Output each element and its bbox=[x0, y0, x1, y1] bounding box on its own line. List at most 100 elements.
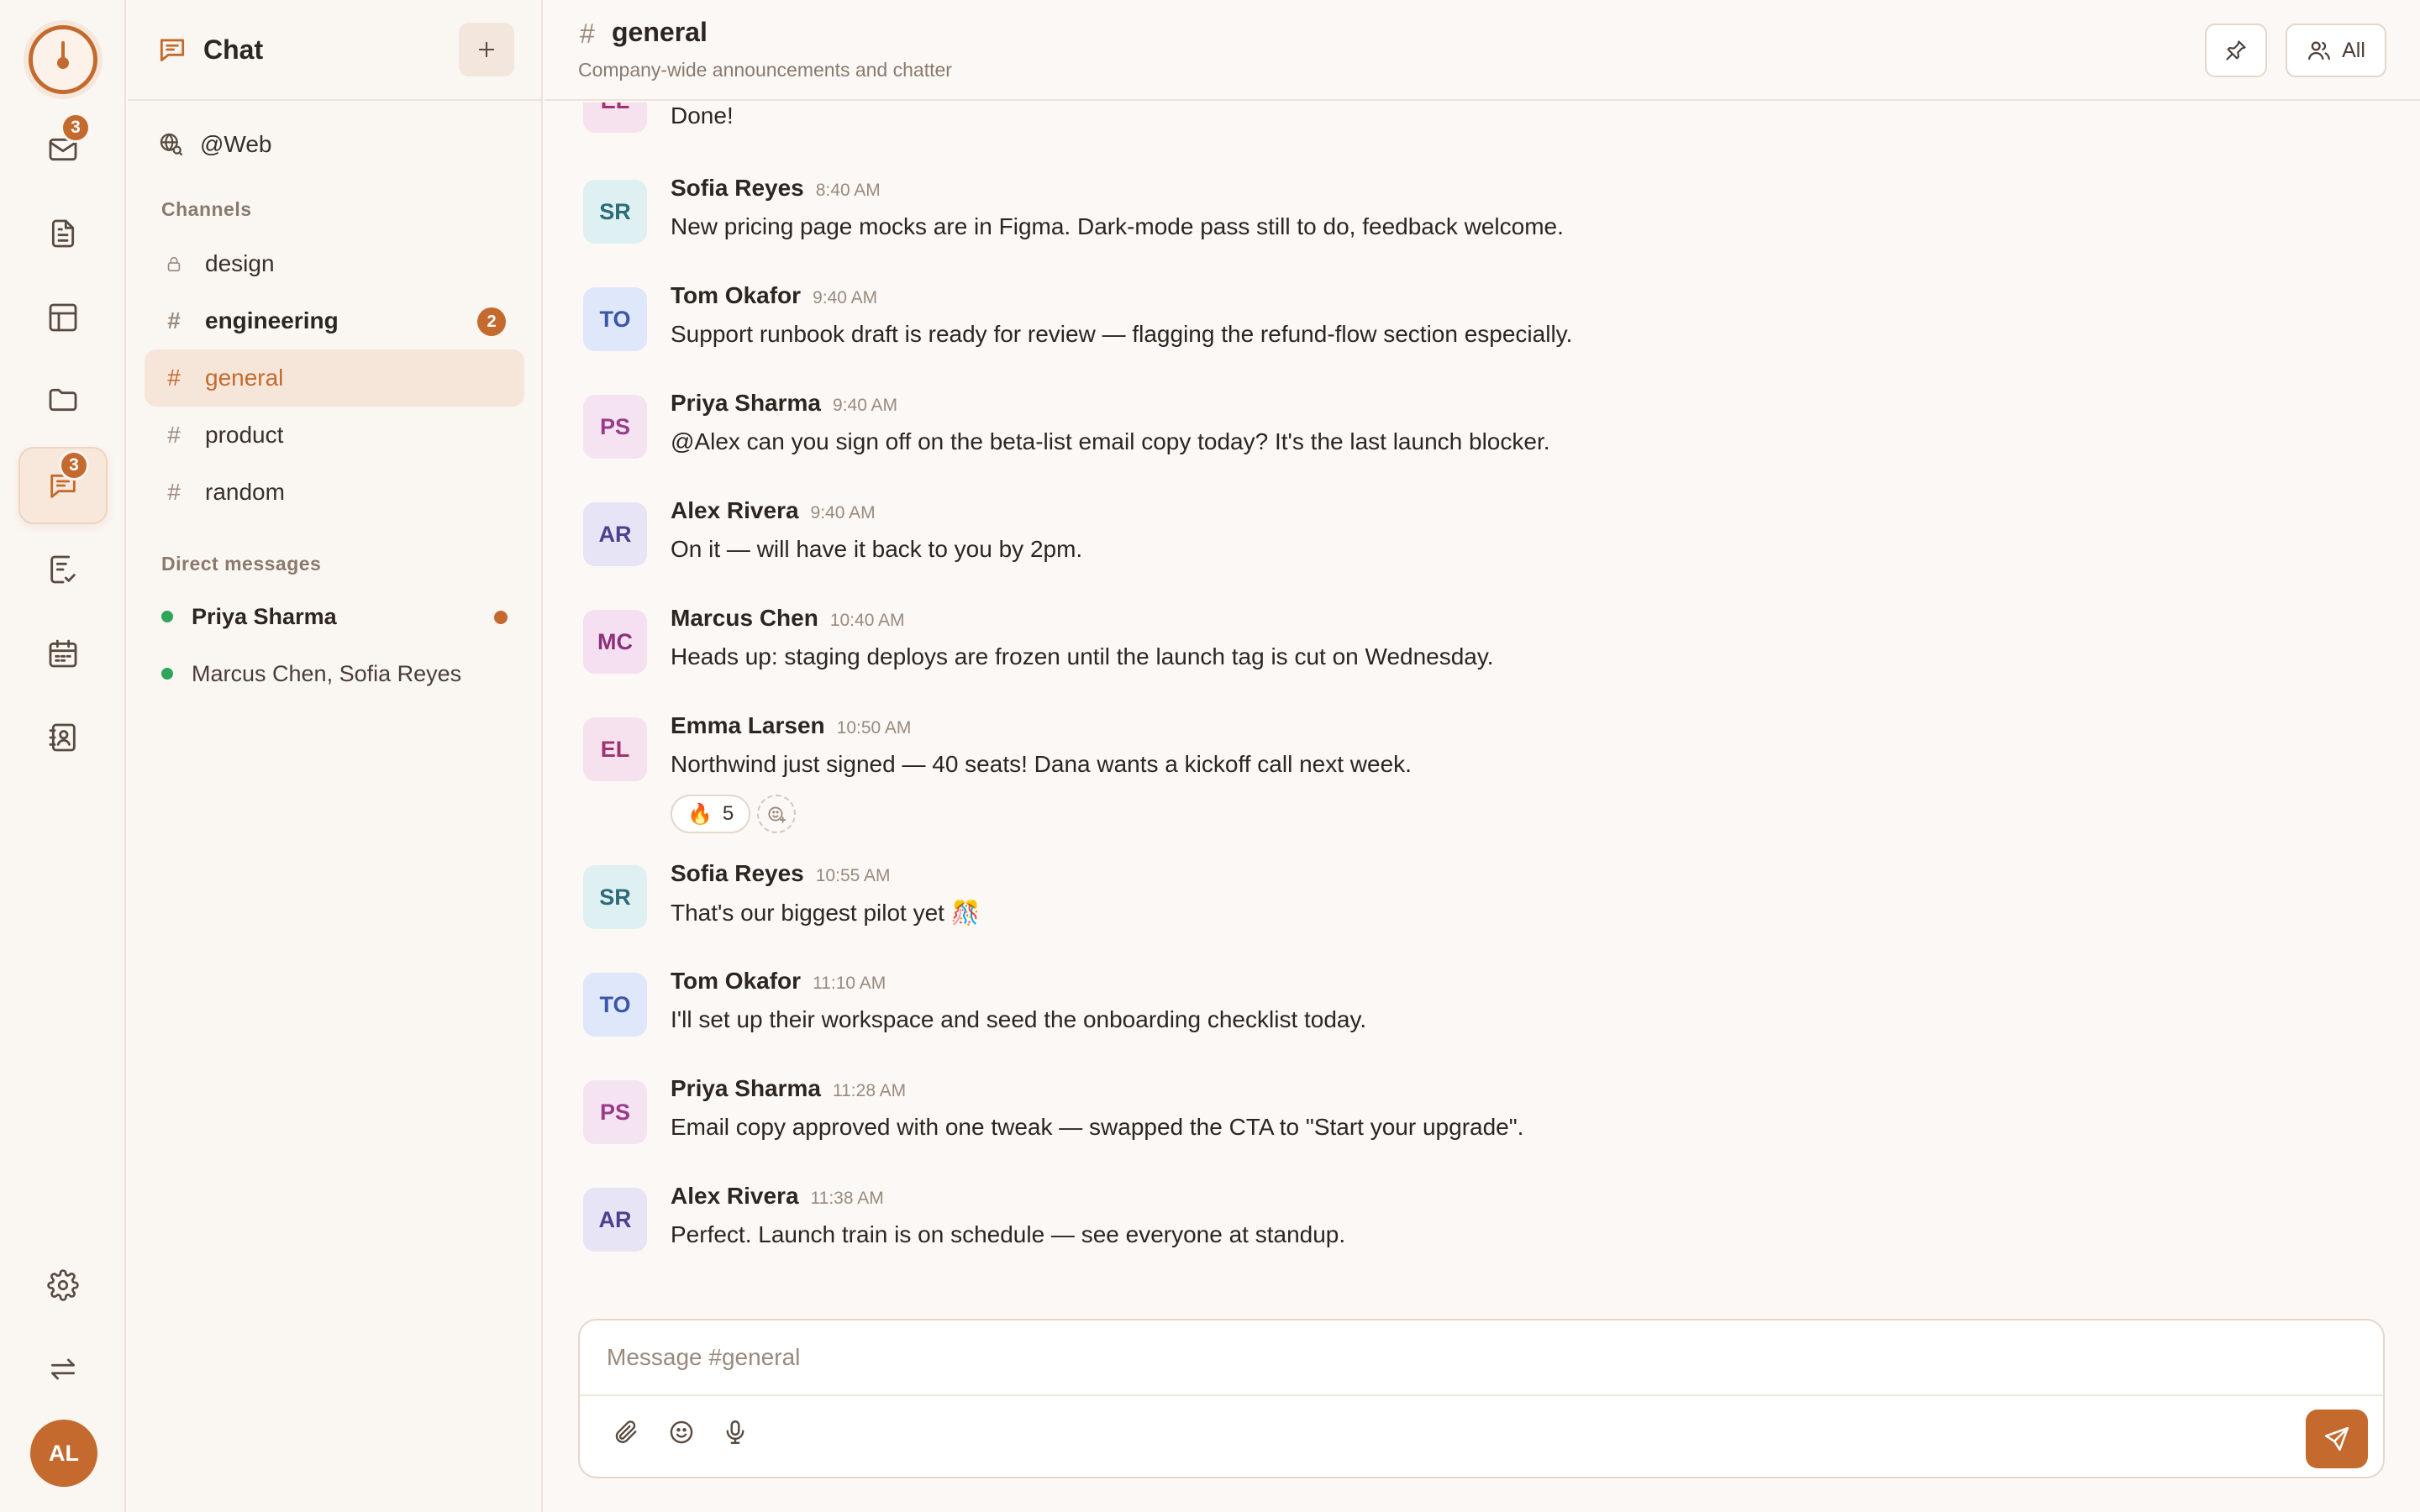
rail-mail-button[interactable]: 3 bbox=[18, 111, 108, 188]
message-text: Email copy approved with one tweak — swa… bbox=[671, 1114, 1524, 1140]
avatar: SR bbox=[583, 180, 647, 244]
members-label: All bbox=[2342, 38, 2365, 62]
pinned-messages-button[interactable] bbox=[2205, 24, 2267, 77]
message-text: Done! bbox=[671, 102, 734, 129]
sidebar-title: Chat bbox=[203, 34, 264, 65]
message-time: 10:40 AM bbox=[829, 611, 905, 630]
add-reaction-button[interactable] bbox=[757, 795, 797, 833]
reaction-chip[interactable]: 🔥 5 bbox=[671, 795, 751, 833]
message-item: EL Emma Larsen 10:50 AM Northwind just si… bbox=[583, 712, 2390, 838]
send-icon bbox=[2323, 1425, 2351, 1453]
channels-heading: Channels bbox=[161, 198, 252, 220]
message-author[interactable]: Priya Sharma 9:40 AM bbox=[671, 390, 897, 417]
message-text: That's our biggest pilot yet 🎊 bbox=[671, 900, 981, 926]
message-item: TO Tom Okafor 11:10 AM I'll set up their … bbox=[583, 968, 2390, 1060]
members-button[interactable]: All bbox=[2286, 24, 2386, 77]
avatar: PS bbox=[583, 1080, 647, 1144]
message-item: EL Done! bbox=[583, 102, 2390, 156]
message-author[interactable]: Tom Okafor 9:40 AM bbox=[671, 282, 877, 309]
rail-switch-button[interactable] bbox=[18, 1331, 108, 1408]
message-author[interactable]: Priya Sharma 11:28 AM bbox=[671, 1075, 906, 1102]
voice-button[interactable] bbox=[714, 1411, 756, 1453]
author-name: Priya Sharma bbox=[671, 1075, 821, 1101]
emoji-button[interactable] bbox=[660, 1411, 702, 1453]
channel-item-engineering[interactable]: # engineering 2 bbox=[145, 292, 524, 349]
message-time: 10:55 AM bbox=[815, 866, 891, 885]
user-avatar[interactable]: AL bbox=[30, 1420, 97, 1487]
plus-icon bbox=[475, 38, 498, 61]
message-item: SR Sofia Reyes 10:55 AM That's our bigges… bbox=[583, 860, 2390, 953]
table-icon bbox=[46, 301, 80, 334]
avatar: MC bbox=[583, 610, 647, 674]
dm-label: Marcus Chen, Sofia Reyes bbox=[192, 660, 462, 686]
reaction-count: 5 bbox=[722, 802, 734, 825]
rail-sheets-button[interactable] bbox=[18, 279, 108, 356]
author-name: Tom Okafor bbox=[671, 282, 802, 308]
dm-label: Priya Sharma bbox=[192, 603, 337, 629]
avatar: EL bbox=[583, 102, 647, 133]
rail-tasks-button[interactable] bbox=[18, 531, 108, 608]
message-time: 9:40 AM bbox=[810, 503, 876, 522]
lock-icon bbox=[165, 254, 183, 274]
message-item: AR Alex Rivera 9:40 AM On it — will have … bbox=[583, 497, 2390, 590]
message-time: 8:40 AM bbox=[815, 181, 881, 200]
message-author[interactable]: Emma Larsen 10:50 AM bbox=[671, 712, 911, 739]
hash-icon: # bbox=[580, 18, 595, 49]
avatar: TO bbox=[583, 287, 647, 351]
unread-dot bbox=[494, 611, 508, 624]
attach-button[interactable] bbox=[605, 1411, 647, 1453]
settings-icon bbox=[47, 1269, 79, 1301]
message-author[interactable]: Alex Rivera 9:40 AM bbox=[671, 497, 876, 524]
message-author[interactable]: Tom Okafor 11:10 AM bbox=[671, 968, 886, 995]
online-status-dot bbox=[161, 611, 173, 622]
author-name: Sofia Reyes bbox=[671, 860, 804, 886]
message-composer bbox=[578, 1319, 2385, 1478]
hash-icon: # bbox=[167, 422, 181, 448]
channel-item-general[interactable]: # general bbox=[145, 349, 524, 407]
rail-files-button[interactable] bbox=[18, 361, 108, 438]
author-name: Marcus Chen bbox=[671, 605, 818, 631]
dm-item-priya-sharma[interactable]: Priya Sharma bbox=[161, 598, 514, 635]
message-text: Northwind just signed — 40 seats! Dana w… bbox=[671, 751, 1412, 777]
pin-icon bbox=[2224, 39, 2248, 62]
sidebar-header: Chat bbox=[128, 0, 541, 101]
folder-icon bbox=[46, 383, 80, 417]
document-icon bbox=[46, 217, 80, 250]
calendar-icon bbox=[46, 637, 80, 670]
message-item: MC Marcus Chen 10:40 AM Heads up: staging… bbox=[583, 605, 2390, 697]
rail-contacts-button[interactable] bbox=[18, 699, 108, 776]
mail-badge: 3 bbox=[60, 113, 91, 143]
channel-view: # general Company-wide announcements and… bbox=[544, 0, 2420, 1512]
new-chat-button[interactable] bbox=[459, 23, 514, 76]
channel-item-design[interactable]: design bbox=[145, 235, 524, 292]
channel-label: general bbox=[205, 365, 284, 391]
channel-item-product[interactable]: # product bbox=[145, 407, 524, 464]
message-input[interactable] bbox=[580, 1320, 2383, 1396]
channel-item-random[interactable]: # random bbox=[145, 464, 524, 521]
message-item: SR Sofia Reyes 8:40 AM New pricing page m… bbox=[583, 175, 2390, 267]
rail-settings-button[interactable] bbox=[18, 1247, 108, 1324]
rail-docs-button[interactable] bbox=[18, 195, 108, 272]
channel-label: design bbox=[205, 250, 275, 276]
author-name: Tom Okafor bbox=[671, 968, 802, 994]
channel-header: # general Company-wide announcements and… bbox=[544, 0, 2420, 101]
attach-icon bbox=[612, 1418, 640, 1446]
message-text: Perfect. Launch train is on schedule — s… bbox=[671, 1221, 1346, 1247]
chat-badge: 3 bbox=[59, 450, 89, 480]
message-author[interactable]: Alex Rivera 11:38 AM bbox=[671, 1183, 884, 1210]
dm-item-marcus-sofia[interactable]: Marcus Chen, Sofia Reyes bbox=[161, 655, 514, 692]
rail-chat-button[interactable]: 3 bbox=[18, 447, 108, 524]
message-author[interactable]: Marcus Chen 10:40 AM bbox=[671, 605, 905, 632]
message-text: Heads up: staging deploys are frozen unt… bbox=[671, 643, 1494, 669]
send-button[interactable] bbox=[2306, 1410, 2368, 1468]
message-author[interactable]: Sofia Reyes 10:55 AM bbox=[671, 860, 890, 887]
channel-title: general bbox=[612, 17, 708, 47]
web-search-item[interactable]: @Web bbox=[158, 128, 272, 161]
chat-sidebar: Chat @Web Channels design # engineering … bbox=[128, 0, 543, 1512]
online-status-dot bbox=[161, 668, 173, 680]
timer-icon[interactable] bbox=[29, 25, 97, 94]
microphone-icon bbox=[721, 1418, 750, 1446]
rail-calendar-button[interactable] bbox=[18, 615, 108, 692]
author-name: Emma Larsen bbox=[671, 712, 825, 738]
message-author[interactable]: Sofia Reyes 8:40 AM bbox=[671, 175, 881, 202]
